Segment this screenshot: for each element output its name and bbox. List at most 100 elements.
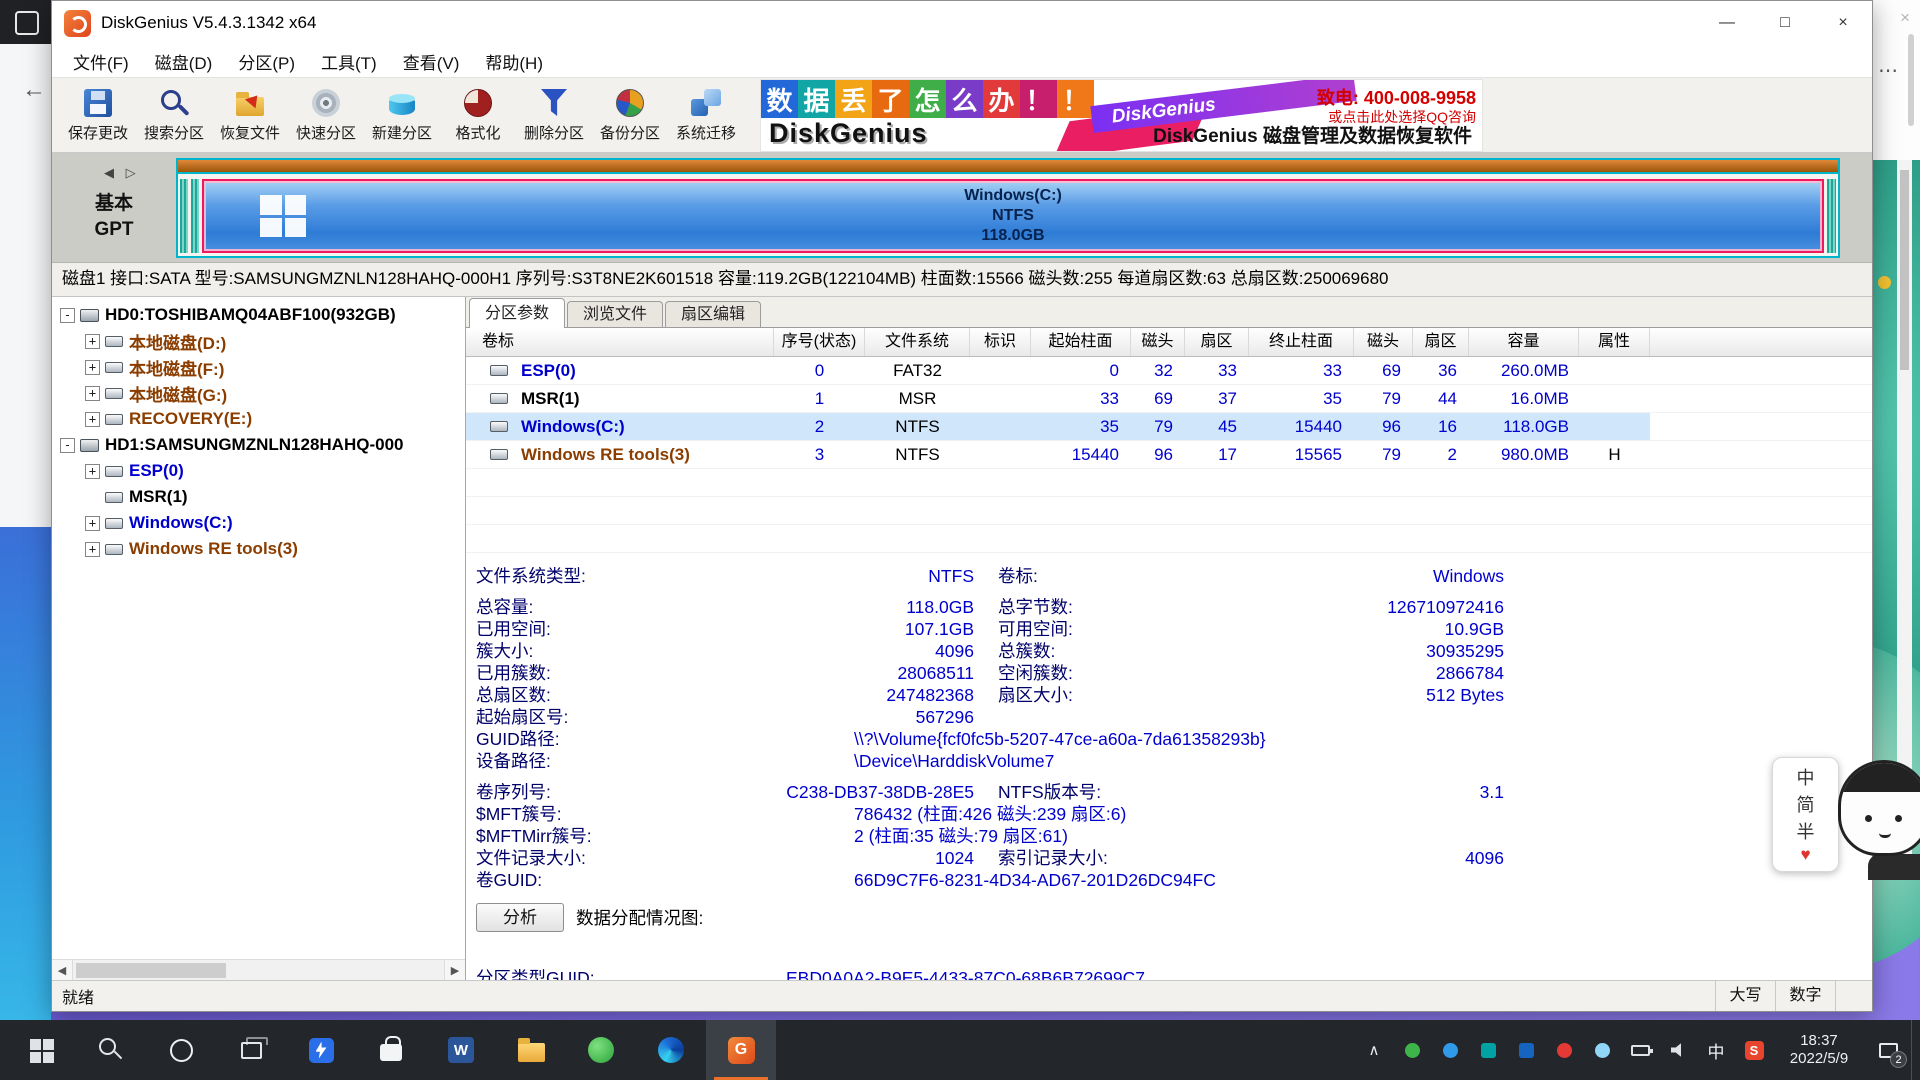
row-msr[interactable]: MSR(1) 1 MSR 33 69 37 35 79 44 16.0MB (466, 385, 1872, 413)
tree-item-local-f[interactable]: + 本地磁盘(F:) (52, 354, 465, 380)
expand-toggle-icon[interactable]: - (60, 438, 75, 453)
backup-partition-button[interactable]: 备份分区 (592, 80, 668, 150)
cortana-button[interactable] (146, 1020, 216, 1080)
tray-icon-snowflake[interactable] (1583, 1020, 1621, 1080)
tray-icon-blue-circle[interactable] (1431, 1020, 1469, 1080)
row-windows-re[interactable]: Windows RE tools(3) 3 NTFS 15440 96 17 1… (466, 441, 1872, 469)
column-header[interactable]: 终止柱面 (1249, 328, 1354, 356)
pinned-app-bolt[interactable] (286, 1020, 356, 1080)
tree-item-local-d[interactable]: + 本地磁盘(D:) (52, 328, 465, 354)
tray-icon-green[interactable] (1393, 1020, 1431, 1080)
minimize-button[interactable]: — (1698, 1, 1756, 45)
file-explorer-app[interactable] (496, 1020, 566, 1080)
tray-icon-volume[interactable] (1659, 1020, 1697, 1080)
show-desktop-button[interactable] (1911, 1020, 1920, 1080)
ime-indicator[interactable]: 中 (1697, 1020, 1735, 1080)
expand-toggle-icon[interactable]: - (60, 308, 75, 323)
close-button[interactable]: × (1814, 1, 1872, 45)
tree-item-hd1[interactable]: - HD1:SAMSUNGMZNLN128HAHQ-000 (52, 432, 465, 458)
store-app[interactable] (356, 1020, 426, 1080)
partition-block-re-tools[interactable] (1827, 179, 1836, 253)
expand-toggle-icon[interactable]: + (85, 386, 100, 401)
disk-tree-panel: - HD0:TOSHIBAMQ04ABF100(932GB) + 本地磁盘(D:… (52, 297, 466, 980)
menu-item[interactable]: 分区(P) (225, 45, 308, 77)
new-partition-button[interactable]: 新建分区 (364, 80, 440, 150)
tree-item-hd0[interactable]: - HD0:TOSHIBAMQ04ABF100(932GB) (52, 302, 465, 328)
menu-item[interactable]: 文件(F) (60, 45, 142, 77)
save-changes-button[interactable]: 保存更改 (60, 80, 136, 150)
hidden-icons-button[interactable]: ∧ (1355, 1020, 1393, 1080)
action-center-button[interactable]: 2 (1865, 1020, 1911, 1080)
table-body: ESP(0) 0 FAT32 0 32 33 33 69 36 260.0MB (466, 357, 1872, 469)
start-button[interactable] (6, 1020, 76, 1080)
tab-browse-files[interactable]: 浏览文件 (567, 301, 663, 327)
tree-item-esp[interactable]: + ESP(0) (52, 458, 465, 484)
scroll-right-icon[interactable]: ▶ (444, 960, 465, 980)
background-scrollbar-track[interactable] (1897, 160, 1912, 860)
expand-toggle-icon[interactable]: + (85, 516, 100, 531)
delete-partition-button[interactable]: 删除分区 (516, 80, 592, 150)
tray-icon-qq[interactable] (1507, 1020, 1545, 1080)
taskbar-clock[interactable]: 18:37 2022/5/9 (1773, 1032, 1865, 1068)
search-partition-button[interactable]: 搜索分区 (136, 80, 212, 150)
tray-icon-battery[interactable] (1621, 1020, 1659, 1080)
background-scrollbar[interactable] (1908, 34, 1914, 126)
partition-block-esp[interactable] (180, 179, 188, 253)
tray-icon-red[interactable] (1545, 1020, 1583, 1080)
expand-toggle-icon[interactable]: + (85, 542, 100, 557)
partition-block-windows-c[interactable]: Windows(C:) NTFS 118.0GB (202, 179, 1824, 253)
format-button[interactable]: 格式化 (440, 80, 516, 150)
diskgenius-app[interactable]: G (706, 1020, 776, 1080)
tree-item-windows-re[interactable]: + Windows RE tools(3) (52, 536, 465, 562)
column-header[interactable]: 标识 (970, 328, 1031, 356)
column-header[interactable]: 扇区 (1185, 328, 1249, 356)
tree-item-msr[interactable]: MSR(1) (52, 484, 465, 510)
column-header[interactable]: 文件系统 (865, 328, 970, 356)
menu-item[interactable]: 磁盘(D) (142, 45, 226, 77)
taskbar-search-button[interactable] (76, 1020, 146, 1080)
recover-files-button[interactable]: 恢复文件 (212, 80, 288, 150)
ime-status-widget[interactable]: 中 简 半 ♥ (1772, 757, 1839, 872)
tree-item-local-g[interactable]: + 本地磁盘(G:) (52, 380, 465, 406)
system-migrate-button[interactable]: 系统迁移 (668, 80, 744, 150)
menu-item[interactable]: 工具(T) (308, 45, 390, 77)
scroll-left-icon[interactable]: ◀ (52, 960, 73, 980)
expand-toggle-icon[interactable]: + (85, 360, 100, 375)
tree-item-recovery-e[interactable]: + RECOVERY(E:) (52, 406, 465, 432)
expand-toggle-icon[interactable]: + (85, 464, 100, 479)
expand-toggle-icon[interactable]: + (85, 334, 100, 349)
menu-item[interactable]: 查看(V) (390, 45, 473, 77)
column-header[interactable]: 序号(状态) (774, 328, 865, 356)
expand-toggle-icon[interactable]: + (85, 412, 100, 427)
maximize-button[interactable]: □ (1756, 1, 1814, 45)
row-esp[interactable]: ESP(0) 0 FAT32 0 32 33 33 69 36 260.0MB (466, 357, 1872, 385)
tree-horizontal-scrollbar[interactable]: ◀ ▶ (52, 959, 465, 980)
green-browser-app[interactable] (566, 1020, 636, 1080)
analyze-button[interactable]: 分析 (476, 903, 564, 932)
more-options-icon[interactable]: ⋯ (1878, 58, 1898, 83)
column-header[interactable]: 卷标 (466, 328, 774, 356)
browser-back-icon[interactable]: ← (22, 76, 46, 104)
ad-banner[interactable]: 数据丢了怎么办！！ DiskGenius DiskGenius 致电: 400-… (760, 79, 1483, 152)
tree-item-windows-c[interactable]: + Windows(C:) (52, 510, 465, 536)
column-header[interactable]: 磁头 (1354, 328, 1413, 356)
column-header[interactable]: 扇区 (1413, 328, 1469, 356)
scrollbar-thumb[interactable] (76, 963, 226, 978)
column-header[interactable]: 容量 (1469, 328, 1579, 356)
row-windows-c[interactable]: Windows(C:) 2 NTFS 35 79 45 15440 96 16 … (466, 413, 1872, 441)
partition-map-nav-arrows[interactable]: ◀ ▷ (104, 165, 140, 181)
partition-block-msr[interactable] (191, 179, 199, 253)
scrollbar-thumb[interactable] (1900, 170, 1909, 370)
tab-sector-edit[interactable]: 扇区编辑 (665, 301, 761, 327)
sogou-tray-icon[interactable]: S (1735, 1020, 1773, 1080)
menu-item[interactable]: 帮助(H) (472, 45, 556, 77)
word-app[interactable]: W (426, 1020, 496, 1080)
tray-icon-teal[interactable] (1469, 1020, 1507, 1080)
tab-partition-params[interactable]: 分区参数 (469, 298, 565, 328)
column-header[interactable]: 属性 (1579, 328, 1650, 356)
task-view-button[interactable] (216, 1020, 286, 1080)
column-header[interactable]: 磁头 (1131, 328, 1185, 356)
edge-browser-app[interactable] (636, 1020, 706, 1080)
column-header[interactable]: 起始柱面 (1031, 328, 1131, 356)
quick-partition-button[interactable]: 快速分区 (288, 80, 364, 150)
